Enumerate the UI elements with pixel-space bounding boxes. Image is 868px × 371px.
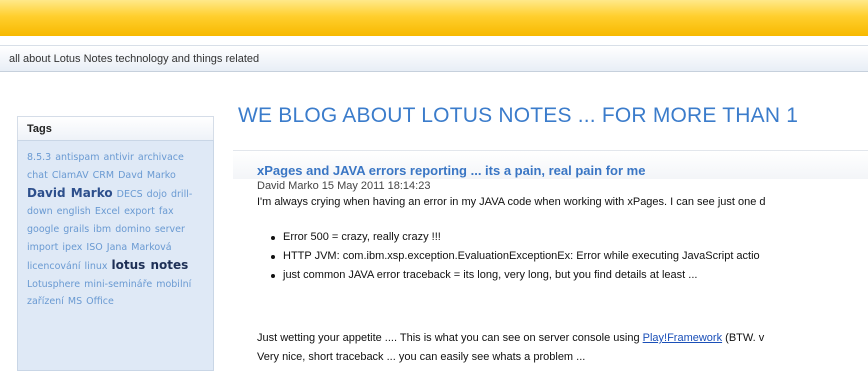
list-item-text: just common JAVA error traceback = its l…: [283, 269, 698, 281]
tag-link[interactable]: server: [155, 224, 185, 235]
tag-link[interactable]: domino: [115, 224, 151, 235]
page-heading: WE BLOG ABOUT LOTUS NOTES ... FOR MORE T…: [238, 104, 799, 127]
tag-link[interactable]: grails: [63, 224, 89, 235]
bullet-icon: [271, 236, 275, 240]
tagline-bar: all about Lotus Notes technology and thi…: [0, 45, 868, 72]
post-bullet-list: Error 500 = crazy, really crazy !!! HTTP…: [257, 231, 760, 288]
post-intro: I'm always crying when having an error i…: [257, 196, 766, 208]
playframework-link[interactable]: Play!Framework: [643, 332, 722, 344]
tag-link[interactable]: 8.5.3: [27, 152, 51, 163]
tag-link[interactable]: antispam: [55, 152, 99, 163]
tag-link[interactable]: ISO: [86, 242, 102, 253]
list-item: just common JAVA error traceback = its l…: [257, 269, 760, 288]
tag-link[interactable]: ibm: [93, 224, 111, 235]
tag-cloud-panel: 8.5.3 antispam antivir archivace chat Cl…: [17, 140, 214, 371]
tag-link[interactable]: Jana: [107, 242, 127, 253]
tag-link[interactable]: licencování: [27, 261, 81, 272]
tag-cloud: 8.5.3 antispam antivir archivace chat Cl…: [27, 149, 207, 311]
tag-link[interactable]: zařízení: [27, 296, 64, 307]
tags-title: Tags: [27, 123, 52, 135]
tag-link[interactable]: mini-semináře: [84, 279, 152, 290]
tag-link[interactable]: Davd Marko: [118, 170, 176, 181]
list-item-text: HTTP JVM: com.ibm.xsp.exception.Evaluati…: [283, 250, 760, 262]
bullet-icon: [271, 274, 275, 278]
bullet-icon: [271, 255, 275, 259]
tag-link[interactable]: Lotusphere: [27, 279, 80, 290]
post-meta: David Marko 15 May 2011 18:14:23: [257, 180, 431, 192]
post-paragraph: Just wetting your appetite .... This is …: [257, 329, 764, 367]
list-item: HTTP JVM: com.ibm.xsp.exception.Evaluati…: [257, 250, 760, 269]
tag-link[interactable]: DECS: [117, 189, 143, 200]
tag-link[interactable]: linux: [85, 261, 108, 272]
tag-link[interactable]: antivir: [104, 152, 134, 163]
tag-link[interactable]: dojo: [147, 189, 167, 200]
paragraph-text-tail: (BTW. v: [722, 332, 765, 344]
tag-link[interactable]: Marková: [131, 242, 171, 253]
post-title-link[interactable]: xPages and JAVA errors reporting ... its…: [257, 163, 645, 178]
tag-link[interactable]: archivace: [138, 152, 184, 163]
tag-link[interactable]: ipex: [62, 242, 82, 253]
site-tagline: all about Lotus Notes technology and thi…: [9, 53, 260, 65]
paragraph-text: Just wetting your appetite .... This is …: [257, 332, 643, 344]
tag-link[interactable]: fax: [159, 206, 174, 217]
post-paragraph-line2: Very nice, short traceback ... you can e…: [257, 351, 586, 363]
tag-link[interactable]: MS Office: [68, 296, 114, 307]
tag-link[interactable]: ClamAV: [52, 170, 89, 181]
tag-link[interactable]: David Marko: [27, 186, 113, 200]
tag-link[interactable]: chat: [27, 170, 48, 181]
tag-link[interactable]: import: [27, 242, 58, 253]
tag-link[interactable]: CRM: [93, 170, 114, 181]
list-item-text: Error 500 = crazy, really crazy !!!: [283, 231, 441, 243]
banner-gap: [0, 36, 868, 45]
tag-link[interactable]: mobilní: [156, 279, 191, 290]
tag-link[interactable]: Excel: [95, 206, 120, 217]
post-paragraph-line1: Just wetting your appetite .... This is …: [257, 329, 764, 348]
tag-link[interactable]: lotus notes: [112, 258, 189, 272]
top-banner: [0, 0, 868, 36]
tags-header: Tags: [17, 116, 214, 140]
tag-link[interactable]: export: [124, 206, 155, 217]
tag-link[interactable]: google: [27, 224, 59, 235]
tag-link[interactable]: english: [57, 206, 91, 217]
list-item: Error 500 = crazy, really crazy !!!: [257, 231, 760, 250]
